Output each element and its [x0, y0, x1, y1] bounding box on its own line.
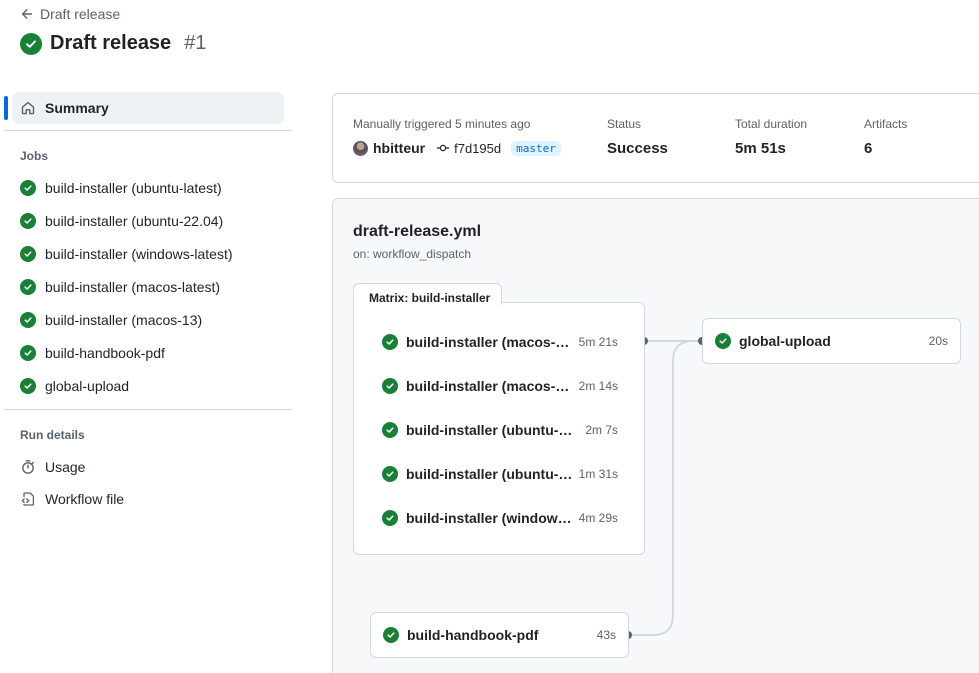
job-label: build-handbook-pdf [45, 345, 165, 361]
job-node-name: global-upload [739, 333, 831, 349]
workflow-graph: draft-release.yml on: workflow_dispatch … [332, 198, 979, 673]
matrix-job-name: build-installer (macos-13) [406, 334, 573, 350]
divider [4, 409, 292, 410]
run-summary-card: Manually triggered 5 minutes ago hbitteu… [332, 93, 979, 183]
active-indicator [4, 96, 8, 120]
artifacts-label: Artifacts [864, 117, 908, 131]
job-label: build-installer (macos-13) [45, 312, 203, 328]
branch-label[interactable]: master [511, 140, 561, 156]
job-node-time: 20s [928, 334, 948, 348]
arrow-left-icon [21, 9, 33, 19]
status-value: Success [607, 140, 668, 157]
matrix-job[interactable]: build-installer (ubuntu-22.04) 2m 7s [382, 418, 618, 442]
success-check-icon [20, 279, 36, 295]
success-check-icon [20, 312, 36, 328]
workflow-trigger: on: workflow_dispatch [353, 247, 472, 261]
matrix-job[interactable]: build-installer (macos-13) 5m 21s [382, 330, 618, 354]
matrix-job-time: 1m 31s [578, 467, 618, 481]
matrix-group: build-installer (macos-13) 5m 21s build-… [353, 302, 645, 555]
matrix-job[interactable]: build-installer (macos-latest) 2m 14s [382, 374, 618, 398]
file-code-icon [21, 492, 35, 506]
trigger-text: Manually triggered 5 minutes ago [353, 117, 531, 131]
back-link-label: Draft release [40, 6, 121, 22]
success-check-icon [382, 422, 398, 438]
matrix-job[interactable]: build-installer (windows-latest) 4m 29s [382, 506, 618, 530]
success-check-icon [20, 378, 36, 394]
success-check-icon [383, 627, 399, 643]
success-check-icon [20, 180, 36, 196]
back-link[interactable]: Draft release [20, 6, 120, 22]
sidebar-item-job[interactable]: build-installer (macos-13) [12, 306, 284, 334]
success-check-icon [382, 334, 398, 350]
git-commit-icon [436, 144, 450, 152]
sidebar-item-job[interactable]: build-installer (windows-latest) [12, 240, 284, 268]
duration-label: Total duration [735, 117, 808, 131]
success-check-icon [715, 333, 731, 349]
matrix-job[interactable]: build-installer (ubuntu-latest) 1m 31s [382, 462, 618, 486]
job-label: global-upload [45, 378, 130, 394]
artifacts-value[interactable]: 6 [864, 140, 872, 157]
duration-value: 5m 51s [735, 140, 786, 157]
sidebar-item-job[interactable]: build-installer (ubuntu-latest) [12, 174, 284, 202]
matrix-job-time: 2m 7s [585, 423, 618, 437]
job-node-global-upload[interactable]: global-upload 20s [702, 318, 961, 364]
success-check-icon [382, 510, 398, 526]
sidebar-item-summary[interactable]: Summary [12, 92, 284, 124]
job-node-build-handbook-pdf[interactable]: build-handbook-pdf 43s [370, 612, 629, 658]
sidebar-item-job[interactable]: build-handbook-pdf [12, 339, 284, 367]
commit-link[interactable]: f7d195d [436, 141, 501, 156]
page-title: Draft release #1 [20, 32, 206, 55]
matrix-job-name: build-installer (macos-latest) [406, 378, 573, 394]
job-node-time: 43s [596, 628, 616, 642]
sidebar-item-usage[interactable]: Usage [12, 453, 284, 481]
avatar[interactable] [353, 140, 368, 156]
success-check-icon [20, 246, 36, 262]
workflow-file-label: Workflow file [45, 491, 125, 507]
status-label: Status [607, 117, 642, 131]
jobs-heading: Jobs [20, 149, 49, 163]
matrix-job-time: 5m 21s [578, 335, 618, 349]
matrix-job-time: 4m 29s [578, 511, 618, 525]
success-check-icon [20, 345, 36, 361]
success-check-icon [382, 466, 398, 482]
job-label: build-installer (ubuntu-22.04) [45, 213, 224, 229]
matrix-job-name: build-installer (ubuntu-latest) [406, 466, 573, 482]
sidebar-item-label: Summary [45, 100, 109, 116]
divider [4, 130, 292, 131]
job-label: build-installer (windows-latest) [45, 246, 233, 262]
matrix-job-name: build-installer (ubuntu-22.04) [406, 422, 580, 438]
stopwatch-icon [22, 460, 34, 474]
matrix-job-time: 2m 14s [578, 379, 618, 393]
job-label: build-installer (macos-latest) [45, 279, 221, 295]
run-number: #1 [184, 32, 207, 54]
commit-sha: f7d195d [454, 140, 502, 156]
matrix-tab: Matrix: build-installer [353, 283, 502, 305]
success-check-icon [20, 213, 36, 229]
actor-info: hbitteur f7d195d master [353, 140, 561, 156]
actor-name[interactable]: hbitteur [373, 140, 425, 156]
success-check-icon [20, 32, 42, 55]
sidebar-item-job[interactable]: global-upload [12, 372, 284, 400]
usage-label: Usage [45, 459, 86, 475]
home-icon [21, 101, 35, 115]
matrix-job-name: build-installer (windows-latest) [406, 510, 573, 526]
sidebar-item-job[interactable]: build-installer (ubuntu-22.04) [12, 207, 284, 235]
job-node-name: build-handbook-pdf [407, 627, 539, 643]
sidebar-item-job[interactable]: build-installer (macos-latest) [12, 273, 284, 301]
job-label: build-installer (ubuntu-latest) [45, 180, 222, 196]
run-details-heading: Run details [20, 428, 85, 442]
sidebar-item-workflow-file[interactable]: Workflow file [12, 485, 284, 513]
success-check-icon [382, 378, 398, 394]
run-title: Draft release [50, 32, 172, 54]
workflow-file-name: draft-release.yml [353, 223, 482, 240]
